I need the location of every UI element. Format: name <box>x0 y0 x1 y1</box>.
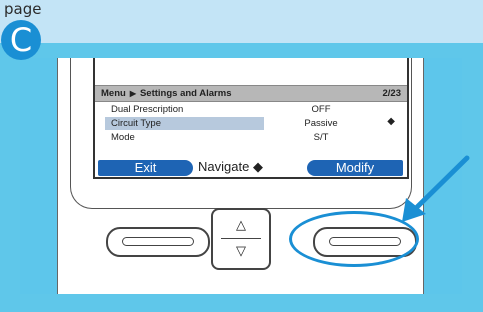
step-badge: C <box>1 20 41 60</box>
pointer-arrow-icon <box>402 155 470 222</box>
